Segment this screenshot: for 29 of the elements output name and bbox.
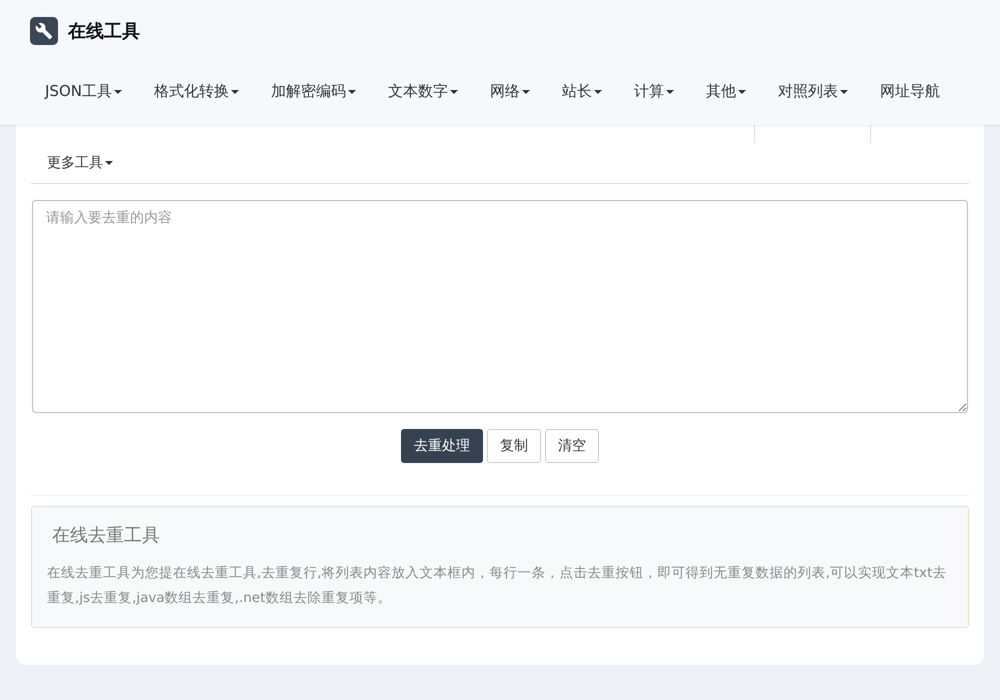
caret-icon [348,90,356,94]
wrench-icon [30,17,58,45]
caret-icon [450,90,458,94]
caret-icon [230,90,239,94]
dedupe-button[interactable]: 去重处理 [401,429,483,463]
nav-menu-item[interactable]: 格式化转换 [138,74,255,109]
site-title[interactable]: 在线工具 [68,19,140,43]
nav-menu-item[interactable]: 其他 [690,74,762,109]
caret-icon [594,90,602,94]
info-text: 在线去重工具为您提在线去重工具,去重复行,将列表内容放入文本框内，每行一条，点击去重按钮，即可得到无重复数据的列表,可以实现文本txt去重复,js去重复,java数组去重复,.net数组去除重复项等。 [47,564,948,608]
nav-menu-item[interactable]: 文本数字 [372,74,474,109]
nav-menu-item[interactable]: JSON工具 [29,74,138,109]
caret-icon [840,90,848,94]
nav-menu-item[interactable]: 网络 [474,74,546,109]
caret-icon [738,90,746,94]
info-title: 在线去重工具 [52,524,161,547]
nav-menu-item[interactable]: 计算 [618,74,690,109]
nav-menu-item[interactable]: 对照列表 [762,74,864,109]
input-field[interactable]: 请输入要去重的内容 [32,200,968,413]
nav-menu-item[interactable]: 站长 [546,74,618,109]
caret-icon [105,161,113,165]
more-tools-tab[interactable]: 更多工具 [31,154,129,172]
action-button[interactable]: 复制 [487,429,541,463]
nav-menu-item[interactable]: 网址导航 [864,74,956,109]
caret-icon [666,90,674,94]
action-button[interactable]: 清空 [545,429,599,463]
caret-icon [114,90,122,94]
caret-icon [522,90,530,94]
nav-menu-item[interactable]: 加解密编码 [254,74,372,109]
